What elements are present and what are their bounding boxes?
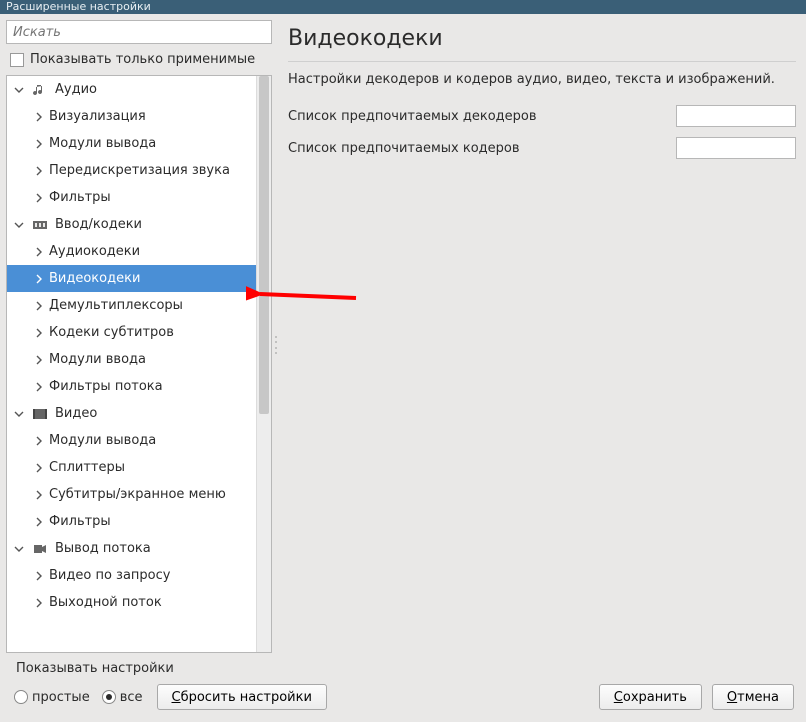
tree-item[interactable]: Фильтры bbox=[7, 508, 256, 535]
chevron-right-icon bbox=[33, 489, 45, 501]
chevron-right-icon bbox=[33, 246, 45, 258]
tree-item[interactable]: Субтитры/экранное меню bbox=[7, 481, 256, 508]
tree-item[interactable]: Демультиплексоры bbox=[7, 292, 256, 319]
show-settings-label: Показывать настройки bbox=[12, 661, 794, 676]
tree-label: Фильтры bbox=[49, 190, 111, 205]
tree-item[interactable]: Аудиокодеки bbox=[7, 238, 256, 265]
tree-item[interactable]: Видео по запросу bbox=[7, 562, 256, 589]
checkbox-icon bbox=[10, 53, 24, 67]
tree-label: Ввод/кодеки bbox=[55, 217, 142, 232]
stream-icon bbox=[31, 540, 49, 558]
settings-tree: Аудио Визуализация Модули вывода Передискре… bbox=[6, 75, 272, 653]
content-panel: Видеокодеки Настройки декодеров и кодеро… bbox=[278, 20, 800, 653]
tree-category[interactable]: Ввод/кодеки bbox=[7, 211, 256, 238]
chevron-down-icon bbox=[13, 408, 25, 420]
tree-item[interactable]: Модули ввода bbox=[7, 346, 256, 373]
preferred-encoders-label: Список предпочитаемых кодеров bbox=[288, 141, 520, 156]
main-area: Показывать только применимые Аудио Визуал… bbox=[0, 14, 806, 653]
tree-item[interactable]: Визуализация bbox=[7, 103, 256, 130]
tree-label: Видео bbox=[55, 406, 97, 421]
save-button[interactable]: Сохранить bbox=[599, 684, 702, 710]
preferred-decoders-input[interactable] bbox=[676, 105, 796, 127]
preferred-encoders-input[interactable] bbox=[676, 137, 796, 159]
tree-category[interactable]: Видео bbox=[7, 400, 256, 427]
tree-label: Сплиттеры bbox=[49, 460, 125, 475]
window-titlebar: Расширенные настройки bbox=[0, 0, 806, 14]
tree-category[interactable]: Вывод потока bbox=[7, 535, 256, 562]
chevron-right-icon bbox=[33, 192, 45, 204]
audio-icon bbox=[31, 81, 49, 99]
page-title: Видеокодеки bbox=[288, 24, 796, 51]
chevron-down-icon bbox=[13, 84, 25, 96]
cancel-button[interactable]: Отмена bbox=[712, 684, 794, 710]
reset-button[interactable]: Сбросить настройки bbox=[157, 684, 327, 710]
tree-label: Демультиплексоры bbox=[49, 298, 183, 313]
chevron-down-icon bbox=[13, 543, 25, 555]
tree-label: Фильтры потока bbox=[49, 379, 163, 394]
preferred-decoders-label: Список предпочитаемых декодеров bbox=[288, 109, 537, 124]
chevron-down-icon bbox=[13, 219, 25, 231]
tree-label: Аудиокодеки bbox=[49, 244, 140, 259]
video-icon bbox=[31, 405, 49, 423]
splitter-handle[interactable] bbox=[275, 336, 281, 354]
chevron-right-icon bbox=[33, 165, 45, 177]
tree-label: Передискретизация звука bbox=[49, 163, 230, 178]
tree-label: Видео по запросу bbox=[49, 568, 170, 583]
tree-label: Модули ввода bbox=[49, 352, 146, 367]
chevron-right-icon bbox=[33, 570, 45, 582]
tree-label: Модули вывода bbox=[49, 433, 156, 448]
radio-simple[interactable]: простые bbox=[14, 690, 90, 705]
tree-label: Видеокодеки bbox=[49, 271, 140, 286]
tree-item[interactable]: Сплиттеры bbox=[7, 454, 256, 481]
preferred-encoders-row: Список предпочитаемых кодеров bbox=[288, 137, 796, 159]
show-applicable-checkbox[interactable]: Показывать только применимые bbox=[6, 50, 272, 69]
chevron-right-icon bbox=[33, 462, 45, 474]
tree-label: Вывод потока bbox=[55, 541, 151, 556]
tree-label: Выходной поток bbox=[49, 595, 162, 610]
radio-icon bbox=[102, 690, 116, 704]
tree-label: Модули вывода bbox=[49, 136, 156, 151]
scroll-thumb[interactable] bbox=[259, 76, 269, 414]
tree-scrollbar[interactable] bbox=[256, 76, 271, 652]
footer: Показывать настройки простые все Сбросит… bbox=[0, 653, 806, 722]
chevron-right-icon bbox=[33, 354, 45, 366]
codec-icon bbox=[31, 216, 49, 234]
settings-level-radios: простые все bbox=[12, 690, 143, 705]
radio-all-label: все bbox=[120, 690, 143, 705]
tree-category[interactable]: Аудио bbox=[7, 76, 256, 103]
tree-label: Кодеки субтитров bbox=[49, 325, 174, 340]
chevron-right-icon bbox=[33, 138, 45, 150]
preferred-decoders-row: Список предпочитаемых декодеров bbox=[288, 105, 796, 127]
divider bbox=[288, 61, 796, 62]
tree-item[interactable]: Передискретизация звука bbox=[7, 157, 256, 184]
tree-label: Фильтры bbox=[49, 514, 111, 529]
tree-item[interactable]: Фильтры потока bbox=[7, 373, 256, 400]
tree-label: Субтитры/экранное меню bbox=[49, 487, 226, 502]
radio-all[interactable]: все bbox=[102, 690, 143, 705]
tree-label: Аудио bbox=[55, 82, 97, 97]
chevron-right-icon bbox=[33, 273, 45, 285]
radio-icon bbox=[14, 690, 28, 704]
sidebar: Показывать только применимые Аудио Визуал… bbox=[6, 20, 272, 653]
chevron-right-icon bbox=[33, 111, 45, 123]
chevron-right-icon bbox=[33, 381, 45, 393]
chevron-right-icon bbox=[33, 435, 45, 447]
page-description: Настройки декодеров и кодеров аудио, вид… bbox=[288, 72, 796, 87]
chevron-right-icon bbox=[33, 327, 45, 339]
tree-item[interactable]: Кодеки субтитров bbox=[7, 319, 256, 346]
search-input[interactable] bbox=[6, 20, 272, 44]
tree-label: Визуализация bbox=[49, 109, 146, 124]
tree-item[interactable]: Выходной поток bbox=[7, 589, 256, 616]
chevron-right-icon bbox=[33, 597, 45, 609]
tree-item[interactable]: Видеокодеки bbox=[7, 265, 256, 292]
tree-item[interactable]: Модули вывода bbox=[7, 427, 256, 454]
chevron-right-icon bbox=[33, 516, 45, 528]
checkbox-label: Показывать только применимые bbox=[30, 52, 255, 67]
radio-simple-label: простые bbox=[32, 690, 90, 705]
tree-item[interactable]: Модули вывода bbox=[7, 130, 256, 157]
tree-item[interactable]: Фильтры bbox=[7, 184, 256, 211]
chevron-right-icon bbox=[33, 300, 45, 312]
window-title: Расширенные настройки bbox=[6, 0, 151, 13]
